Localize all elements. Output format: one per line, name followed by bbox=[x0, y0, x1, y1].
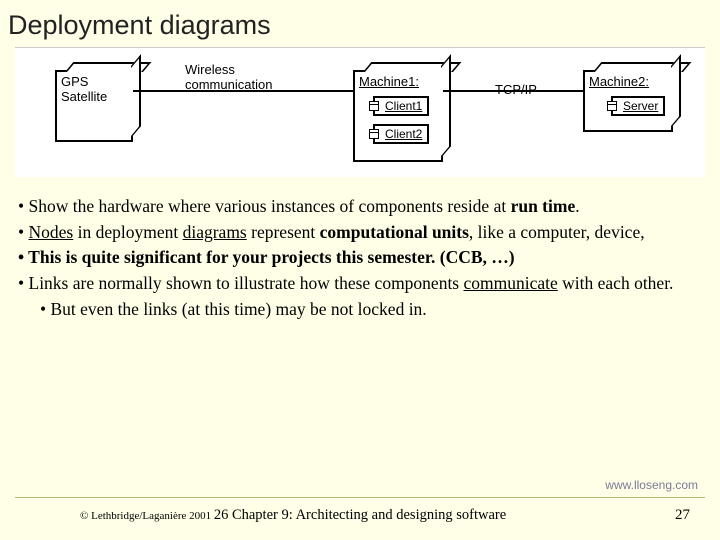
footer-page-number: 27 bbox=[675, 507, 690, 524]
bullet-1: • Show the hardware where various instan… bbox=[18, 195, 710, 219]
slide-title: Deployment diagrams bbox=[0, 0, 720, 47]
footer-url: www.lloseng.com bbox=[605, 478, 698, 492]
bullet-3: • This is quite significant for your pro… bbox=[18, 246, 710, 270]
slide-body: • Show the hardware where various instan… bbox=[0, 177, 720, 321]
bullet-2: • Nodes in deployment diagrams represent… bbox=[18, 221, 710, 245]
deployment-diagram: GPS Satellite Wireless communication Mac… bbox=[15, 47, 705, 177]
node-label: Machine2: bbox=[585, 72, 671, 91]
node-machine1: Machine1: bbox=[353, 70, 443, 162]
node-label: GPS Satellite bbox=[57, 72, 131, 106]
component-client2: Client2 bbox=[373, 124, 429, 144]
link-label-tcpip: TCP/IP bbox=[495, 82, 537, 97]
footer-chapter: 26 Chapter 9: Architecting and designing… bbox=[0, 507, 720, 524]
component-client1: Client1 bbox=[373, 96, 429, 116]
link-label-wireless: Wireless communication bbox=[185, 62, 272, 92]
component-server: Server bbox=[611, 96, 665, 116]
bullet-4: • Links are normally shown to illustrate… bbox=[18, 272, 710, 296]
bullet-4-sub: • But even the links (at this time) may … bbox=[40, 298, 710, 322]
footer-divider bbox=[15, 497, 705, 498]
node-gps-satellite: GPS Satellite bbox=[55, 70, 133, 142]
node-label: Machine1: bbox=[355, 72, 441, 91]
